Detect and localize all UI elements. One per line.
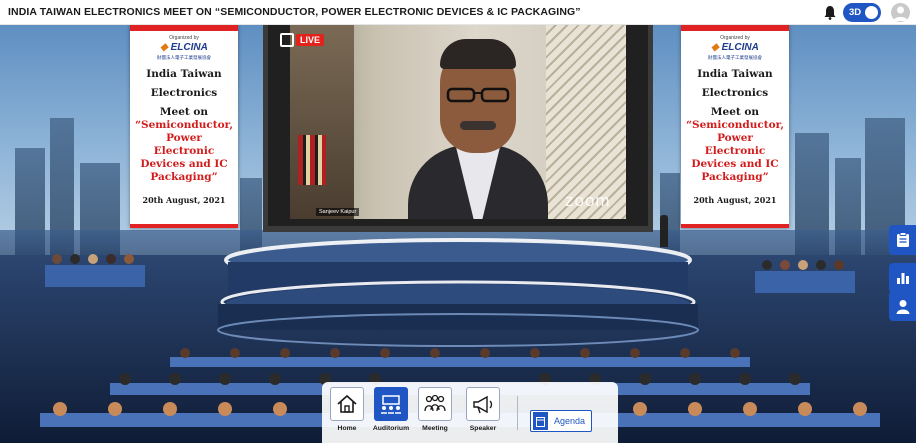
left-banner: Organized by ◆ ELCINA 財團法人電子工業發展協會 India… [130, 25, 238, 228]
banner-title-line: Electronics [150, 87, 218, 99]
wallpaper [546, 25, 626, 219]
banner-title-line: Meet on [159, 106, 209, 118]
bell-icon[interactable] [823, 5, 837, 20]
fullscreen-icon[interactable] [280, 33, 294, 47]
3d-toggle[interactable]: 3D [843, 3, 881, 22]
taiwan-association-logo: 財團法人電子工業發展協會 [157, 55, 211, 60]
glasses-icon [446, 87, 510, 103]
bar-chart-icon [896, 273, 909, 284]
banner-date: 20th August, 2021 [693, 195, 777, 205]
bottom-navigation: Home Auditorium Meeting Speaker Agenda [322, 382, 618, 443]
taiwan-association-logo: 財團法人電子工業發展協會 [708, 55, 762, 60]
profile-side-button[interactable] [889, 291, 916, 321]
live-video-feed[interactable]: zoom Sanjeev Kaipur [290, 25, 626, 219]
banner-topic-line: Electronic [153, 145, 215, 157]
video-screen: zoom Sanjeev Kaipur [263, 25, 653, 232]
auditorium-scene: Organized by ◆ ELCINA 財團法人電子工業發展協會 India… [0, 25, 916, 443]
nav-label: Home [337, 425, 357, 432]
banner-title-line: Meet on [710, 106, 760, 118]
speaker-hair [440, 39, 516, 69]
auditorium-icon [374, 387, 408, 421]
banner-title-line: Electronics [701, 87, 769, 99]
agenda-side-button[interactable] [889, 225, 916, 255]
calendar-icon [533, 412, 548, 430]
live-badge: LIVE [296, 34, 325, 46]
left-audience-group [45, 254, 145, 287]
banner-organized-by: Organized by [169, 35, 199, 41]
banner-topic-line: Power [166, 132, 202, 144]
user-avatar[interactable] [891, 3, 910, 22]
banner-date: 20th August, 2021 [142, 195, 226, 205]
nav-speaker[interactable]: Speaker [463, 387, 503, 441]
banner-topic-line: Devices and IC [691, 158, 779, 170]
agenda-button[interactable]: Agenda [530, 410, 592, 432]
event-title: INDIA TAIWAN ELECTRONICS MEET ON “SEMICO… [8, 6, 581, 18]
elcina-logo: ◆ ELCINA [160, 42, 208, 53]
participant-name-tag: Sanjeev Kaipur [316, 208, 360, 216]
top-bar: INDIA TAIWAN ELECTRONICS MEET ON “SEMICO… [0, 0, 916, 25]
banner-organized-by: Organized by [720, 35, 750, 41]
nav-label: Auditorium [372, 425, 410, 432]
clipboard-icon [896, 232, 909, 247]
banner-topic-line: Devices and IC [140, 158, 228, 170]
bookshelf [290, 25, 354, 219]
nav-home[interactable]: Home [327, 387, 367, 441]
3d-toggle-label: 3D [849, 7, 862, 18]
banner-topic-line: Electronic [704, 145, 766, 157]
right-banner: Organized by ◆ ELCINA 財團法人電子工業發展協會 India… [681, 25, 789, 228]
nav-divider [517, 396, 518, 430]
person-icon [896, 299, 909, 314]
person-icon [893, 6, 908, 21]
meeting-icon [418, 387, 452, 421]
banner-topic-line: “Semiconductor, [134, 119, 234, 131]
speaker-mustache [460, 121, 496, 130]
banner-topic-line: Packaging” [701, 171, 769, 183]
nav-auditorium[interactable]: Auditorium [371, 387, 411, 441]
banner-title-line: India Taiwan [146, 68, 222, 80]
banner-topic-line: “Semiconductor, [685, 119, 785, 131]
right-audience-group [755, 260, 855, 293]
nav-label: Meeting [422, 425, 448, 432]
zoom-watermark: zoom [565, 191, 611, 210]
banner-topic-line: Power [717, 132, 753, 144]
banner-topic-line: Packaging” [150, 171, 218, 183]
poll-side-button[interactable] [889, 263, 916, 293]
agenda-label: Agenda [554, 416, 586, 426]
circular-stage [217, 238, 699, 347]
nav-meeting[interactable]: Meeting [415, 387, 455, 441]
books [298, 135, 326, 185]
megaphone-icon [466, 387, 500, 421]
banner-title-line: India Taiwan [697, 68, 773, 80]
toggle-knob [865, 6, 878, 19]
home-icon [330, 387, 364, 421]
nav-label: Speaker [469, 425, 497, 432]
live-indicator: LIVE [280, 33, 325, 47]
elcina-logo: ◆ ELCINA [711, 42, 759, 53]
